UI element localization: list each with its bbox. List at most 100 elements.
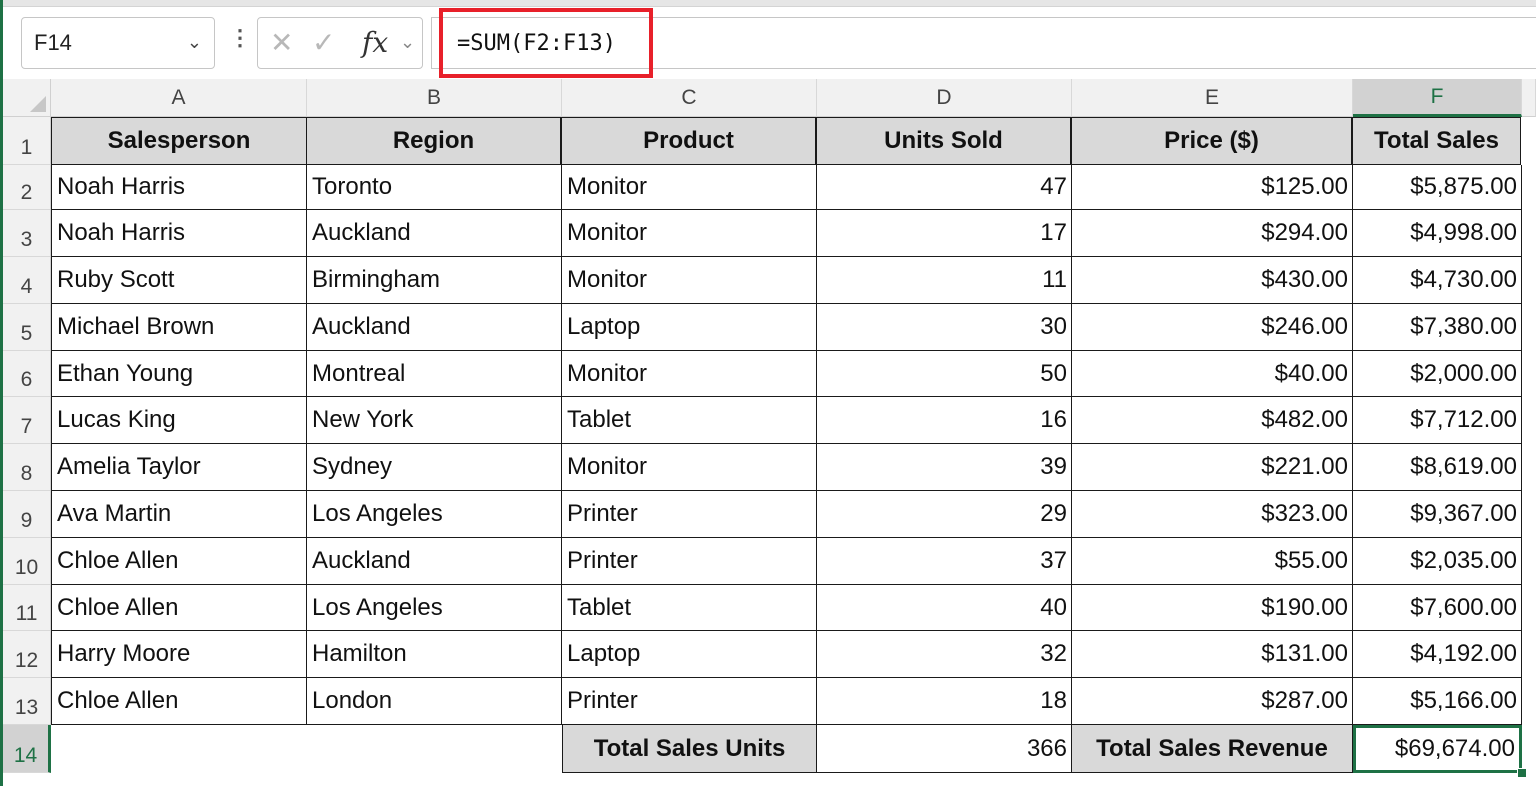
- table-cell[interactable]: 32: [817, 631, 1072, 678]
- row-header-10[interactable]: 10: [3, 538, 51, 585]
- header-cell-d[interactable]: Units Sold: [816, 117, 1071, 165]
- table-cell[interactable]: $246.00: [1072, 304, 1353, 351]
- row-header-6[interactable]: 6: [3, 351, 51, 397]
- table-cell[interactable]: Tablet: [562, 585, 817, 631]
- table-cell[interactable]: $4,998.00: [1353, 210, 1522, 257]
- table-cell[interactable]: $5,166.00: [1353, 678, 1522, 725]
- table-cell[interactable]: New York: [307, 397, 562, 444]
- chevron-down-icon[interactable]: ⌄: [400, 32, 415, 53]
- table-cell[interactable]: $7,380.00: [1353, 304, 1522, 351]
- table-cell[interactable]: 18: [817, 678, 1072, 725]
- table-cell[interactable]: $125.00: [1072, 165, 1353, 210]
- table-cell[interactable]: $4,192.00: [1353, 631, 1522, 678]
- table-cell[interactable]: $4,730.00: [1353, 257, 1522, 304]
- table-cell[interactable]: Auckland: [307, 210, 562, 257]
- table-cell[interactable]: Montreal: [307, 351, 562, 397]
- table-cell[interactable]: Chloe Allen: [51, 585, 307, 631]
- table-cell[interactable]: Monitor: [562, 257, 817, 304]
- column-header-b[interactable]: B: [307, 79, 562, 117]
- header-cell-a[interactable]: Salesperson: [51, 117, 307, 165]
- table-cell[interactable]: Printer: [562, 538, 817, 585]
- table-cell[interactable]: Monitor: [562, 351, 817, 397]
- table-cell[interactable]: Chloe Allen: [51, 538, 307, 585]
- table-cell[interactable]: $430.00: [1072, 257, 1353, 304]
- row-header-8[interactable]: 8: [3, 444, 51, 491]
- table-cell[interactable]: Monitor: [562, 210, 817, 257]
- table-cell[interactable]: 30: [817, 304, 1072, 351]
- table-cell[interactable]: 39: [817, 444, 1072, 491]
- total-units-value[interactable]: 366: [817, 725, 1072, 773]
- table-cell[interactable]: 17: [817, 210, 1072, 257]
- table-cell[interactable]: Birmingham: [307, 257, 562, 304]
- formula-highlight[interactable]: =SUM(F2:F13): [439, 8, 653, 78]
- table-cell[interactable]: Noah Harris: [51, 165, 307, 210]
- table-cell[interactable]: Laptop: [562, 631, 817, 678]
- table-cell[interactable]: Harry Moore: [51, 631, 307, 678]
- row-header-14[interactable]: 14: [3, 725, 51, 773]
- table-cell[interactable]: Los Angeles: [307, 491, 562, 538]
- fill-handle[interactable]: [1517, 768, 1527, 778]
- column-header-e[interactable]: E: [1072, 79, 1353, 117]
- total-units-label[interactable]: Total Sales Units: [562, 725, 817, 773]
- formula-text[interactable]: =SUM(F2:F13): [457, 31, 616, 56]
- row-header-11[interactable]: 11: [3, 585, 51, 631]
- table-cell[interactable]: Ava Martin: [51, 491, 307, 538]
- table-cell[interactable]: $7,600.00: [1353, 585, 1522, 631]
- row-header-3[interactable]: 3: [3, 210, 51, 257]
- column-header-c[interactable]: C: [562, 79, 817, 117]
- row-header-12[interactable]: 12: [3, 631, 51, 678]
- table-cell[interactable]: $482.00: [1072, 397, 1353, 444]
- table-cell[interactable]: Lucas King: [51, 397, 307, 444]
- name-box-value[interactable]: F14: [34, 30, 72, 56]
- table-cell[interactable]: Ruby Scott: [51, 257, 307, 304]
- table-cell[interactable]: Amelia Taylor: [51, 444, 307, 491]
- total-revenue-label[interactable]: Total Sales Revenue: [1072, 725, 1353, 773]
- table-cell[interactable]: Printer: [562, 491, 817, 538]
- table-cell[interactable]: Laptop: [562, 304, 817, 351]
- table-cell[interactable]: Monitor: [562, 165, 817, 210]
- table-cell[interactable]: Monitor: [562, 444, 817, 491]
- table-cell[interactable]: 47: [817, 165, 1072, 210]
- table-cell[interactable]: $190.00: [1072, 585, 1353, 631]
- table-cell[interactable]: $40.00: [1072, 351, 1353, 397]
- table-cell[interactable]: 16: [817, 397, 1072, 444]
- table-cell[interactable]: Los Angeles: [307, 585, 562, 631]
- table-cell[interactable]: $9,367.00: [1353, 491, 1522, 538]
- header-cell-e[interactable]: Price ($): [1071, 117, 1352, 165]
- table-cell[interactable]: $55.00: [1072, 538, 1353, 585]
- name-box[interactable]: F14 ⌄: [21, 17, 215, 69]
- table-cell[interactable]: 29: [817, 491, 1072, 538]
- table-cell[interactable]: $323.00: [1072, 491, 1353, 538]
- more-options-icon[interactable]: ⋮: [229, 27, 251, 49]
- column-header-a[interactable]: A: [51, 79, 307, 117]
- table-cell[interactable]: $131.00: [1072, 631, 1353, 678]
- table-cell[interactable]: Printer: [562, 678, 817, 725]
- table-cell[interactable]: $294.00: [1072, 210, 1353, 257]
- header-cell-c[interactable]: Product: [561, 117, 816, 165]
- header-cell-f[interactable]: Total Sales: [1352, 117, 1521, 165]
- column-header-f[interactable]: F: [1353, 79, 1522, 117]
- row-header-2[interactable]: 2: [3, 165, 51, 210]
- column-header-d[interactable]: D: [817, 79, 1072, 117]
- table-cell[interactable]: Michael Brown: [51, 304, 307, 351]
- header-cell-b[interactable]: Region: [306, 117, 561, 165]
- table-cell[interactable]: 40: [817, 585, 1072, 631]
- row-header-7[interactable]: 7: [3, 397, 51, 444]
- table-cell[interactable]: $8,619.00: [1353, 444, 1522, 491]
- table-cell[interactable]: Toronto: [307, 165, 562, 210]
- table-cell[interactable]: Auckland: [307, 538, 562, 585]
- table-cell[interactable]: Tablet: [562, 397, 817, 444]
- table-cell[interactable]: Auckland: [307, 304, 562, 351]
- table-cell[interactable]: $7,712.00: [1353, 397, 1522, 444]
- table-cell[interactable]: Ethan Young: [51, 351, 307, 397]
- table-cell[interactable]: 50: [817, 351, 1072, 397]
- table-cell[interactable]: Noah Harris: [51, 210, 307, 257]
- cancel-icon[interactable]: ✕: [270, 28, 293, 58]
- row-header-13[interactable]: 13: [3, 678, 51, 725]
- insert-function-icon[interactable]: fx: [362, 26, 388, 59]
- total-revenue-value[interactable]: $69,674.00: [1353, 725, 1522, 773]
- table-cell[interactable]: 11: [817, 257, 1072, 304]
- row-header-1[interactable]: 1: [3, 117, 51, 165]
- table-cell[interactable]: Sydney: [307, 444, 562, 491]
- row-header-5[interactable]: 5: [3, 304, 51, 351]
